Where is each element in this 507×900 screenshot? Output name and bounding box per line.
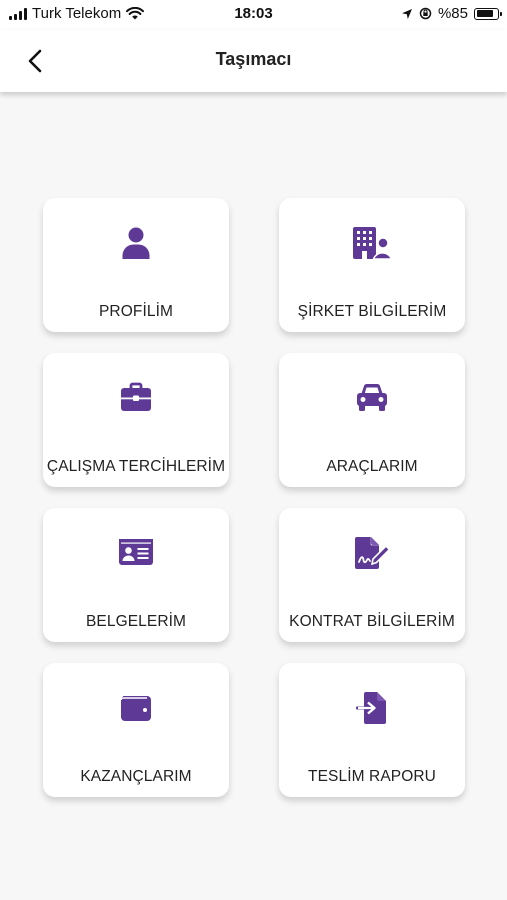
menu-card-label: PROFİLİM: [98, 303, 173, 320]
menu-card-label: ÇALIŞMA TERCİHLERİM: [46, 458, 226, 475]
file-import-icon: [356, 692, 386, 724]
car-icon: [357, 383, 387, 411]
contract-sign-icon: [355, 537, 391, 569]
menu-card-label: ŞİRKET BİLGİLERİM: [297, 303, 447, 320]
menu-card-label: KAZANÇLARIM: [80, 768, 192, 785]
menu-card-label: KONTRAT BİLGİLERİM: [289, 613, 455, 630]
status-bar: Turk Telekom 18:03 %85: [0, 0, 507, 30]
menu-card-label: BELGELERİM: [85, 613, 187, 630]
menu-card-contract-info[interactable]: KONTRAT BİLGİLERİM: [279, 508, 465, 642]
menu-card-documents[interactable]: BELGELERİM: [43, 508, 229, 642]
menu-card-company-info[interactable]: ŞİRKET BİLGİLERİM: [279, 198, 465, 332]
company-building-icon: [353, 227, 392, 260]
battery-icon: [474, 7, 502, 20]
wallet-icon: [120, 696, 151, 721]
menu-card-earnings[interactable]: KAZANÇLARIM: [43, 663, 229, 797]
location-arrow-icon: [401, 8, 412, 19]
menu-card-profile[interactable]: PROFİLİM: [43, 198, 229, 332]
briefcase-icon: [121, 382, 151, 411]
page-title: Taşımacı: [215, 49, 292, 69]
app-header: Taşımacı: [0, 30, 507, 92]
menu-card-label: TESLİM RAPORU: [308, 768, 436, 785]
menu-card-label: ARAÇLARIM: [326, 458, 418, 475]
id-card-icon: [119, 539, 153, 565]
battery-percentage: %85: [437, 5, 468, 22]
menu-card-work-preferences[interactable]: ÇALIŞMA TERCİHLERİM: [43, 353, 229, 487]
menu-card-delivery-report[interactable]: TESLİM RAPORU: [279, 663, 465, 797]
menu-card-vehicles[interactable]: ARAÇLARIM: [279, 353, 465, 487]
user-icon: [122, 227, 150, 259]
screen-lock-icon: [419, 7, 432, 20]
